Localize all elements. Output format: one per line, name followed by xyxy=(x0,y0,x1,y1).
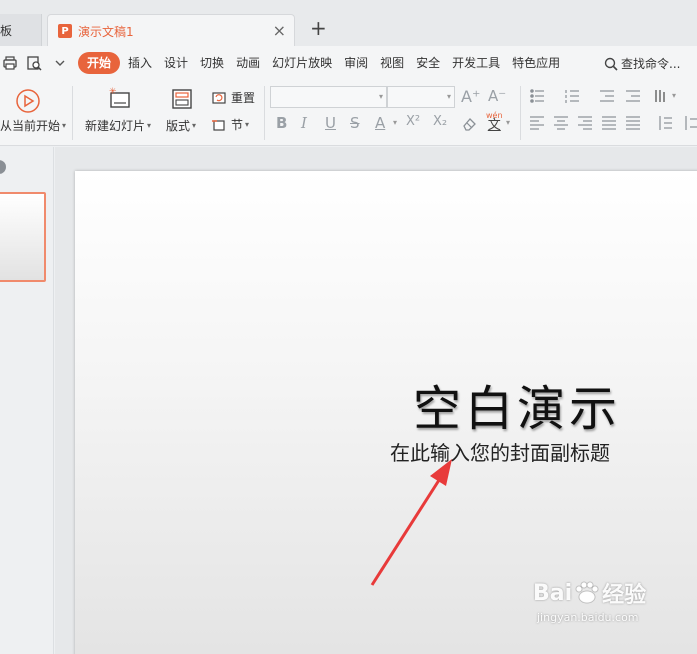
paw-logo-icon xyxy=(575,581,599,604)
menu-item-0[interactable]: 开始 xyxy=(78,52,121,74)
add-tab-icon[interactable]: + xyxy=(310,18,327,38)
paragraph-toolbar-row2 xyxy=(530,116,697,130)
menu-items: 开始 插入 设计 切换 动画 幻灯片放映 审阅 视图 安全 开发工具 特色应用 xyxy=(78,51,566,75)
italic-icon[interactable]: I xyxy=(301,114,307,132)
paragraph-toolbar-row1: ▾ xyxy=(530,89,676,103)
baidu-jingyan-watermark: Bai 经验 jingyan.baidu.com xyxy=(533,577,647,625)
ribbon: 从当前开始 ▾ ✳ 新建幻灯片 ▾ 版式 ▾ 重置 节 ▾ ▾ ▾ A⁺ A⁻ … xyxy=(0,80,697,146)
tab-previous-label: 板 xyxy=(0,23,13,38)
section-icon xyxy=(212,119,225,131)
font-size-select[interactable]: ▾ xyxy=(387,86,455,108)
underline-icon[interactable]: U xyxy=(325,114,336,132)
tab-previous[interactable]: 板 xyxy=(0,14,42,46)
layout-label: 版式 xyxy=(166,119,191,133)
menu-item-10[interactable]: 特色应用 xyxy=(506,52,566,74)
slide-thumbnail-1[interactable] xyxy=(0,192,46,282)
search-command[interactable]: 查找命令... xyxy=(604,55,680,72)
strikethrough-icon[interactable]: S xyxy=(350,114,360,132)
menu-item-7[interactable]: 视图 xyxy=(374,52,410,74)
new-slide-icon[interactable]: ✳ xyxy=(107,86,133,112)
slide-number-badge xyxy=(0,160,6,174)
menu-bar: 开始 插入 设计 切换 动画 幻灯片放映 审阅 视图 安全 开发工具 特色应用 查找命令... xyxy=(0,46,697,80)
play-from-current-label: 从当前开始 xyxy=(0,119,61,133)
bullet-list-icon xyxy=(530,89,544,103)
menu-item-3[interactable]: 切换 xyxy=(194,52,230,74)
watermark-brand: Bai xyxy=(533,580,573,606)
justify-icon xyxy=(602,116,616,130)
svg-text:✳: ✳ xyxy=(109,87,117,97)
layout-icon[interactable] xyxy=(171,88,193,110)
slide-subtitle-placeholder[interactable]: 在此输入您的封面副标题 xyxy=(390,437,610,466)
font-size-down-icon[interactable]: A⁻ xyxy=(488,87,506,105)
slide-thumbnail-panel xyxy=(0,147,54,654)
tab-bar: 板 P 演示文稿1 × + xyxy=(0,0,697,47)
eraser-icon[interactable] xyxy=(461,116,477,132)
slide-title[interactable]: 空白演示 xyxy=(413,369,621,439)
section-button[interactable]: 节 ▾ xyxy=(211,116,249,133)
align-center-icon xyxy=(554,116,568,130)
subscript-icon[interactable]: X₂ xyxy=(433,114,447,129)
menu-item-2[interactable]: 设计 xyxy=(158,52,194,74)
tab-title: 演示文稿1 xyxy=(78,24,134,39)
reset-icon xyxy=(212,91,226,104)
menu-item-4[interactable]: 动画 xyxy=(230,52,266,74)
pinyin-guide-button[interactable]: wén 文 xyxy=(486,111,503,133)
superscript-icon[interactable]: X² xyxy=(406,114,420,129)
play-icon[interactable] xyxy=(15,88,41,114)
presentation-logo-icon: P xyxy=(58,24,72,38)
font-size-up-icon[interactable]: A⁺ xyxy=(461,87,480,106)
watermark-brand-tail: 经验 xyxy=(602,583,647,608)
align-right-icon xyxy=(578,116,592,130)
line-spacing-icon xyxy=(655,90,665,102)
print-icon[interactable] xyxy=(2,55,18,71)
reset-label: 重置 xyxy=(231,91,256,105)
font-family-select[interactable]: ▾ xyxy=(270,86,387,108)
align-left-icon xyxy=(530,116,544,130)
distributed-icon xyxy=(626,116,640,130)
reset-button[interactable]: 重置 xyxy=(211,89,255,106)
pinyin-char: 文 xyxy=(487,118,501,133)
new-slide-label: 新建幻灯片 xyxy=(85,119,146,133)
search-command-label: 查找命令... xyxy=(621,57,681,71)
close-icon[interactable]: × xyxy=(273,23,286,39)
text-direction-icon xyxy=(685,116,697,130)
play-from-current-button[interactable]: 从当前开始 ▾ xyxy=(0,117,66,134)
font-color-dropdown-icon[interactable]: ▾ xyxy=(393,118,397,127)
font-color-icon[interactable]: A xyxy=(375,114,385,132)
menu-item-1[interactable]: 插入 xyxy=(122,52,158,74)
bold-icon[interactable]: B xyxy=(276,114,287,132)
vertical-align-icon xyxy=(659,116,672,130)
menu-item-8[interactable]: 安全 xyxy=(410,52,446,74)
chevron-down-icon[interactable] xyxy=(52,55,68,71)
search-icon xyxy=(604,57,618,71)
increase-indent-icon xyxy=(626,90,640,102)
menu-item-6[interactable]: 审阅 xyxy=(338,52,374,74)
tab-active-document[interactable]: P 演示文稿1 × xyxy=(47,14,295,47)
watermark-url: jingyan.baidu.com xyxy=(537,611,639,624)
layout-button[interactable]: 版式 ▾ xyxy=(166,117,196,134)
svg-text:▾: ▾ xyxy=(672,91,676,100)
section-label: 节 xyxy=(231,118,244,132)
menu-item-9[interactable]: 开发工具 xyxy=(446,52,506,74)
menu-item-5[interactable]: 幻灯片放映 xyxy=(266,52,338,74)
decrease-indent-icon xyxy=(600,90,614,102)
numbered-list-icon xyxy=(565,90,579,103)
new-slide-button[interactable]: 新建幻灯片 ▾ xyxy=(85,117,151,134)
print-preview-icon[interactable] xyxy=(26,55,42,71)
